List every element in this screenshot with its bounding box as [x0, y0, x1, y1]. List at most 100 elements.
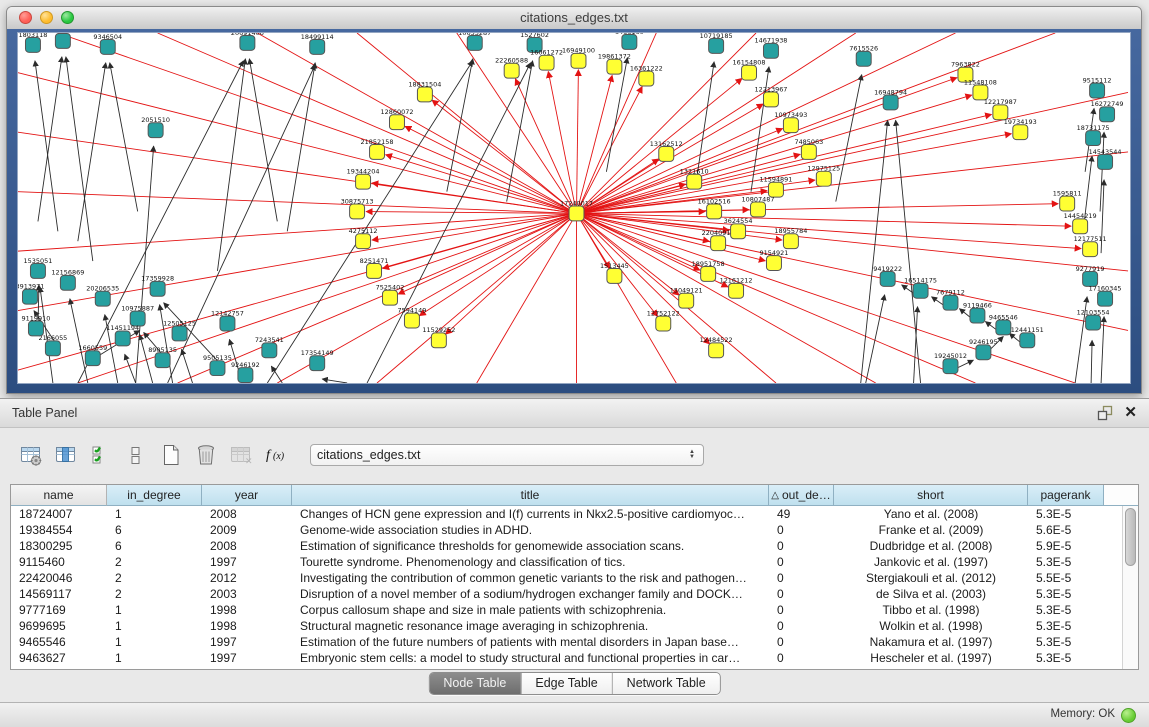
graph-node[interactable]: 16061272	[530, 49, 563, 71]
graph-node[interactable]: 8905135	[148, 346, 177, 368]
table-row[interactable]: 969969511998Structural magnetic resonanc…	[11, 618, 1123, 634]
graph-node[interactable]: 14671938	[754, 37, 787, 59]
graph-node[interactable]: 9246192	[231, 361, 260, 383]
table-row[interactable]: 911546021997Tourette syndrome. Phenomeno…	[11, 554, 1123, 570]
graph-node[interactable]: 12161212	[720, 277, 753, 299]
column-header-pagerank[interactable]: pagerank	[1028, 485, 1104, 506]
graph-node[interactable]: 14543544	[1089, 148, 1122, 170]
graph-node[interactable]: 11594891	[759, 176, 792, 198]
graph-node[interactable]: 2166055	[38, 334, 67, 356]
column-options-icon[interactable]	[18, 442, 44, 468]
graph-node[interactable]: 12484522	[700, 336, 733, 358]
column-header-out_de[interactable]: △out_de…	[769, 485, 834, 506]
table-row[interactable]: 1872400712008Changes of HCN gene express…	[11, 506, 1123, 522]
graph-node[interactable]: 16102516	[698, 197, 731, 219]
float-panel-icon[interactable]	[1097, 405, 1113, 421]
column-header-title[interactable]: title	[292, 485, 769, 506]
column-header-in_degree[interactable]: in_degree	[107, 485, 202, 506]
graph-node[interactable]: 14454219	[1064, 212, 1097, 234]
graph-node[interactable]: 12217987	[984, 98, 1017, 120]
table-row[interactable]: 1938455462009Genome-wide association stu…	[11, 522, 1123, 538]
table-row[interactable]: 977716911998Corpus callosum shape and si…	[11, 602, 1123, 618]
graph-node[interactable]: 20206535	[86, 285, 119, 307]
table-row[interactable]: 946554611997Estimation of the future num…	[11, 634, 1123, 650]
graph-node[interactable]: 18955784	[774, 227, 807, 249]
graph-node[interactable]: 7615526	[849, 45, 878, 67]
create-column-icon[interactable]	[158, 442, 184, 468]
graph-node[interactable]: 9246195	[969, 338, 998, 360]
show-columns-icon[interactable]	[53, 442, 79, 468]
graph-node[interactable]: 9419222	[873, 265, 902, 287]
graph-node[interactable]: 18731175	[1077, 124, 1110, 146]
close-panel-icon[interactable]: ✕	[1124, 403, 1137, 421]
graph-node[interactable]: 12505125	[163, 319, 196, 341]
graph-node[interactable]: 2051510	[141, 116, 170, 138]
graph-node[interactable]: 30875713	[341, 197, 374, 219]
graph-node[interactable]: 11451194	[106, 324, 139, 346]
graph-node[interactable]: 10973493	[774, 111, 807, 133]
graph-node[interactable]: 9119466	[963, 301, 992, 323]
delete-table-icon[interactable]: ✕	[228, 442, 254, 468]
graph-node[interactable]: 10807487	[742, 195, 775, 217]
table-row[interactable]: 1456911722003Disruption of a novel membe…	[11, 586, 1123, 602]
graph-node[interactable]: 9277919	[1076, 265, 1105, 287]
column-header-year[interactable]: year	[202, 485, 292, 506]
graph-node[interactable]: 12975125	[807, 165, 840, 187]
graph-node[interactable]: 22260588	[495, 57, 528, 79]
graph-node[interactable]: 12213967	[754, 85, 787, 107]
table-row[interactable]: 2242004622012Investigating the contribut…	[11, 570, 1123, 586]
window-titlebar[interactable]: citations_edges.txt	[7, 7, 1141, 30]
tab-edge-table[interactable]: Edge Table	[520, 673, 611, 694]
graph-node[interactable]: 9154921	[760, 249, 789, 271]
graph-node[interactable]: 11548108	[964, 78, 997, 100]
graph-node[interactable]: 7525402	[376, 284, 405, 306]
network-canvas[interactable]: 18031184035574 9346504 20691406 18499114 106…	[17, 32, 1131, 384]
graph-node[interactable]: 10975887	[121, 304, 154, 326]
graph-node[interactable]: 9346504	[93, 33, 122, 54]
graph-node[interactable]: 4275112	[349, 227, 378, 249]
graph-node[interactable]: 7243541	[255, 336, 284, 358]
graph-node[interactable]: 17359928	[141, 275, 174, 297]
graph-node[interactable]: 4035574	[48, 33, 77, 48]
select-rows-icon[interactable]	[88, 442, 114, 468]
graph-node[interactable]: 20691406	[231, 33, 264, 50]
graph-node[interactable]: 12441151	[1011, 326, 1044, 348]
tab-network-table[interactable]: Network Table	[612, 673, 720, 694]
graph-node[interactable]: 9505135	[203, 354, 232, 376]
table-row[interactable]: 1830029562008Estimation of significance …	[11, 538, 1123, 554]
graph-node[interactable]: 7679112	[936, 289, 965, 311]
table-selector-dropdown[interactable]: citations_edges.txt▲▼	[310, 444, 704, 466]
table-row[interactable]: 946362711997Embryonic stem cells: a mode…	[11, 650, 1123, 666]
graph-node[interactable]: 1660559	[78, 344, 107, 366]
graph-node[interactable]: 12142757	[211, 309, 244, 331]
graph-node[interactable]: 1513445	[600, 262, 629, 284]
graph-node[interactable]: 7485063	[794, 138, 823, 160]
graph-node[interactable]: 11529252	[422, 326, 455, 348]
graph-node[interactable]: 12103554	[1077, 308, 1110, 330]
graph-node[interactable]: 16272749	[1091, 100, 1124, 122]
deselect-rows-icon[interactable]	[123, 442, 149, 468]
graph-node[interactable]: 13162512	[650, 140, 683, 162]
graph-node[interactable]: 12156869	[51, 269, 84, 291]
graph-node[interactable]: 21852158	[361, 138, 394, 160]
scrollbar-thumb[interactable]	[1125, 508, 1136, 566]
graph-node[interactable]: 18499114	[301, 33, 334, 54]
graph-node[interactable]: 10653287	[458, 33, 491, 50]
graph-node[interactable]: 19245012	[934, 352, 967, 374]
graph-node[interactable]: 1535051	[24, 257, 53, 279]
graph-node[interactable]: 16949100	[562, 47, 595, 69]
graph-node[interactable]: 16514175	[904, 277, 937, 299]
graph-node[interactable]: 1595811	[1053, 189, 1082, 211]
column-header-short[interactable]: short	[834, 485, 1028, 506]
graph-node[interactable]: 1803118	[19, 33, 48, 52]
tab-node-table[interactable]: Node Table	[429, 673, 520, 694]
graph-node[interactable]: 1321610	[680, 168, 709, 190]
graph-node[interactable]: 12752122	[647, 309, 680, 331]
graph-node[interactable]: 10719185	[700, 33, 733, 53]
graph-node[interactable]: 9515112	[1083, 76, 1112, 98]
graph-node[interactable]: 22040917	[702, 229, 735, 251]
graph-node[interactable]: 7594149	[398, 306, 427, 328]
graph-node[interactable]: 6466160	[615, 33, 644, 49]
memory-ok-icon[interactable]	[1121, 708, 1136, 723]
table-scrollbar[interactable]	[1122, 506, 1138, 669]
